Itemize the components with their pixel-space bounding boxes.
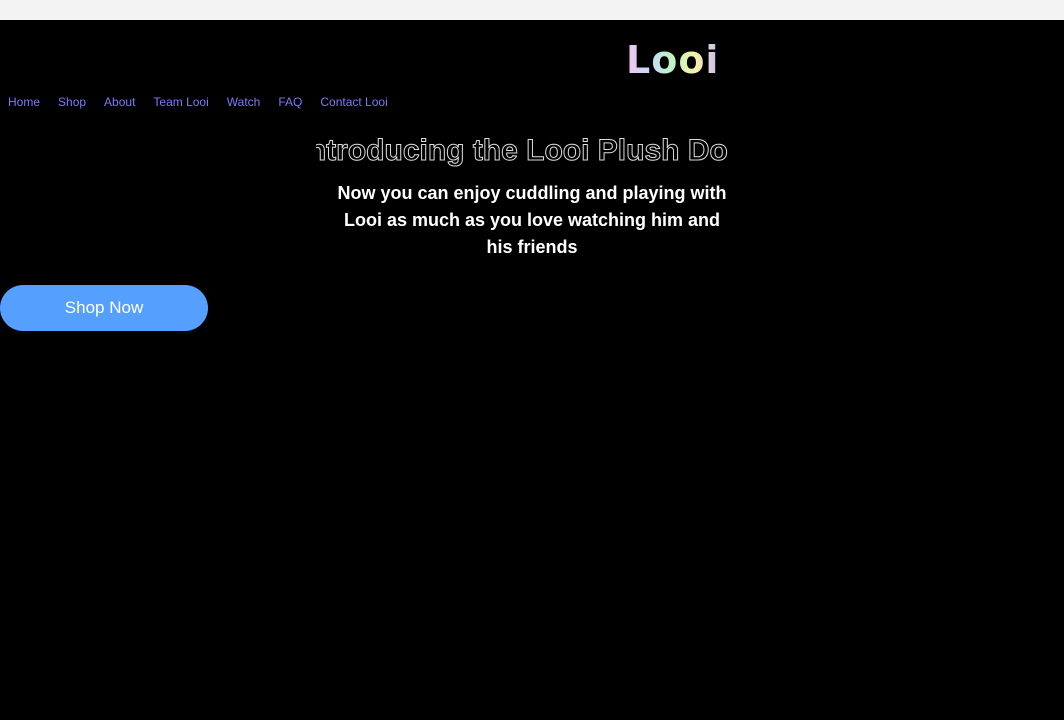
nav-shop[interactable]: Shop bbox=[58, 95, 86, 109]
main-nav: Home Shop About Team Looi Watch FAQ Cont… bbox=[8, 95, 388, 109]
nav-faq[interactable]: FAQ bbox=[278, 95, 302, 109]
looi-logo[interactable]: Looi bbox=[626, 38, 719, 82]
nav-watch[interactable]: Watch bbox=[227, 95, 261, 109]
nav-about[interactable]: About bbox=[104, 95, 135, 109]
nav-contact-looi[interactable]: Contact Looi bbox=[320, 95, 387, 109]
nav-home[interactable]: Home bbox=[8, 95, 40, 109]
browser-top-bar bbox=[0, 0, 1064, 20]
hero-subtitle: Now you can enjoy cuddling and playing w… bbox=[337, 183, 727, 257]
nav-team-looi[interactable]: Team Looi bbox=[153, 95, 208, 109]
hero-title-container: Introducing the Looi Plush Doll bbox=[316, 132, 728, 172]
hero-title: Introducing the Looi Plush Doll bbox=[316, 134, 728, 168]
shop-now-button[interactable]: Shop Now bbox=[0, 285, 208, 331]
